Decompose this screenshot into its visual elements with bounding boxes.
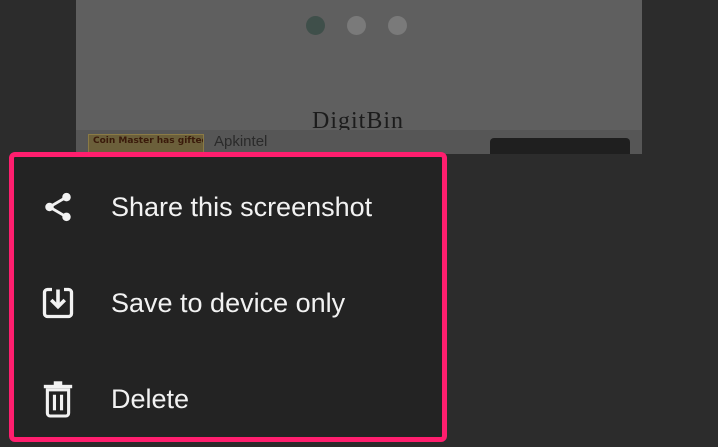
carousel-dots bbox=[306, 16, 407, 36]
carousel-dot bbox=[347, 16, 366, 35]
menu-item-save-label: Save to device only bbox=[111, 287, 346, 318]
carousel-dot-active bbox=[306, 16, 325, 35]
screenshot-action-menu: Share this screenshot Save to device onl… bbox=[9, 152, 447, 442]
download-icon bbox=[40, 285, 76, 321]
ad-thumbnail: Coin Master has gifted you spins and coi… bbox=[88, 134, 204, 154]
menu-item-delete-label: Delete bbox=[111, 383, 190, 414]
menu-item-share-label: Share this screenshot bbox=[111, 191, 373, 222]
carousel-dot bbox=[388, 16, 407, 35]
ad-banner: Coin Master has gifted you spins and coi… bbox=[76, 130, 642, 154]
menu-item-share[interactable]: Share this screenshot bbox=[14, 159, 442, 255]
menu-item-delete[interactable]: Delete bbox=[14, 351, 442, 447]
ad-source-label: Apkintel bbox=[214, 133, 268, 150]
trash-icon bbox=[40, 381, 76, 418]
screenshot-preview: DigitBin Coin Master has gifted you spin… bbox=[76, 0, 642, 154]
ad-thumbnail-text: Coin Master has gifted you spins and coi… bbox=[93, 136, 203, 146]
menu-item-save-to-device[interactable]: Save to device only bbox=[14, 255, 442, 351]
share-icon bbox=[40, 189, 76, 225]
ad-action-button bbox=[490, 138, 630, 154]
